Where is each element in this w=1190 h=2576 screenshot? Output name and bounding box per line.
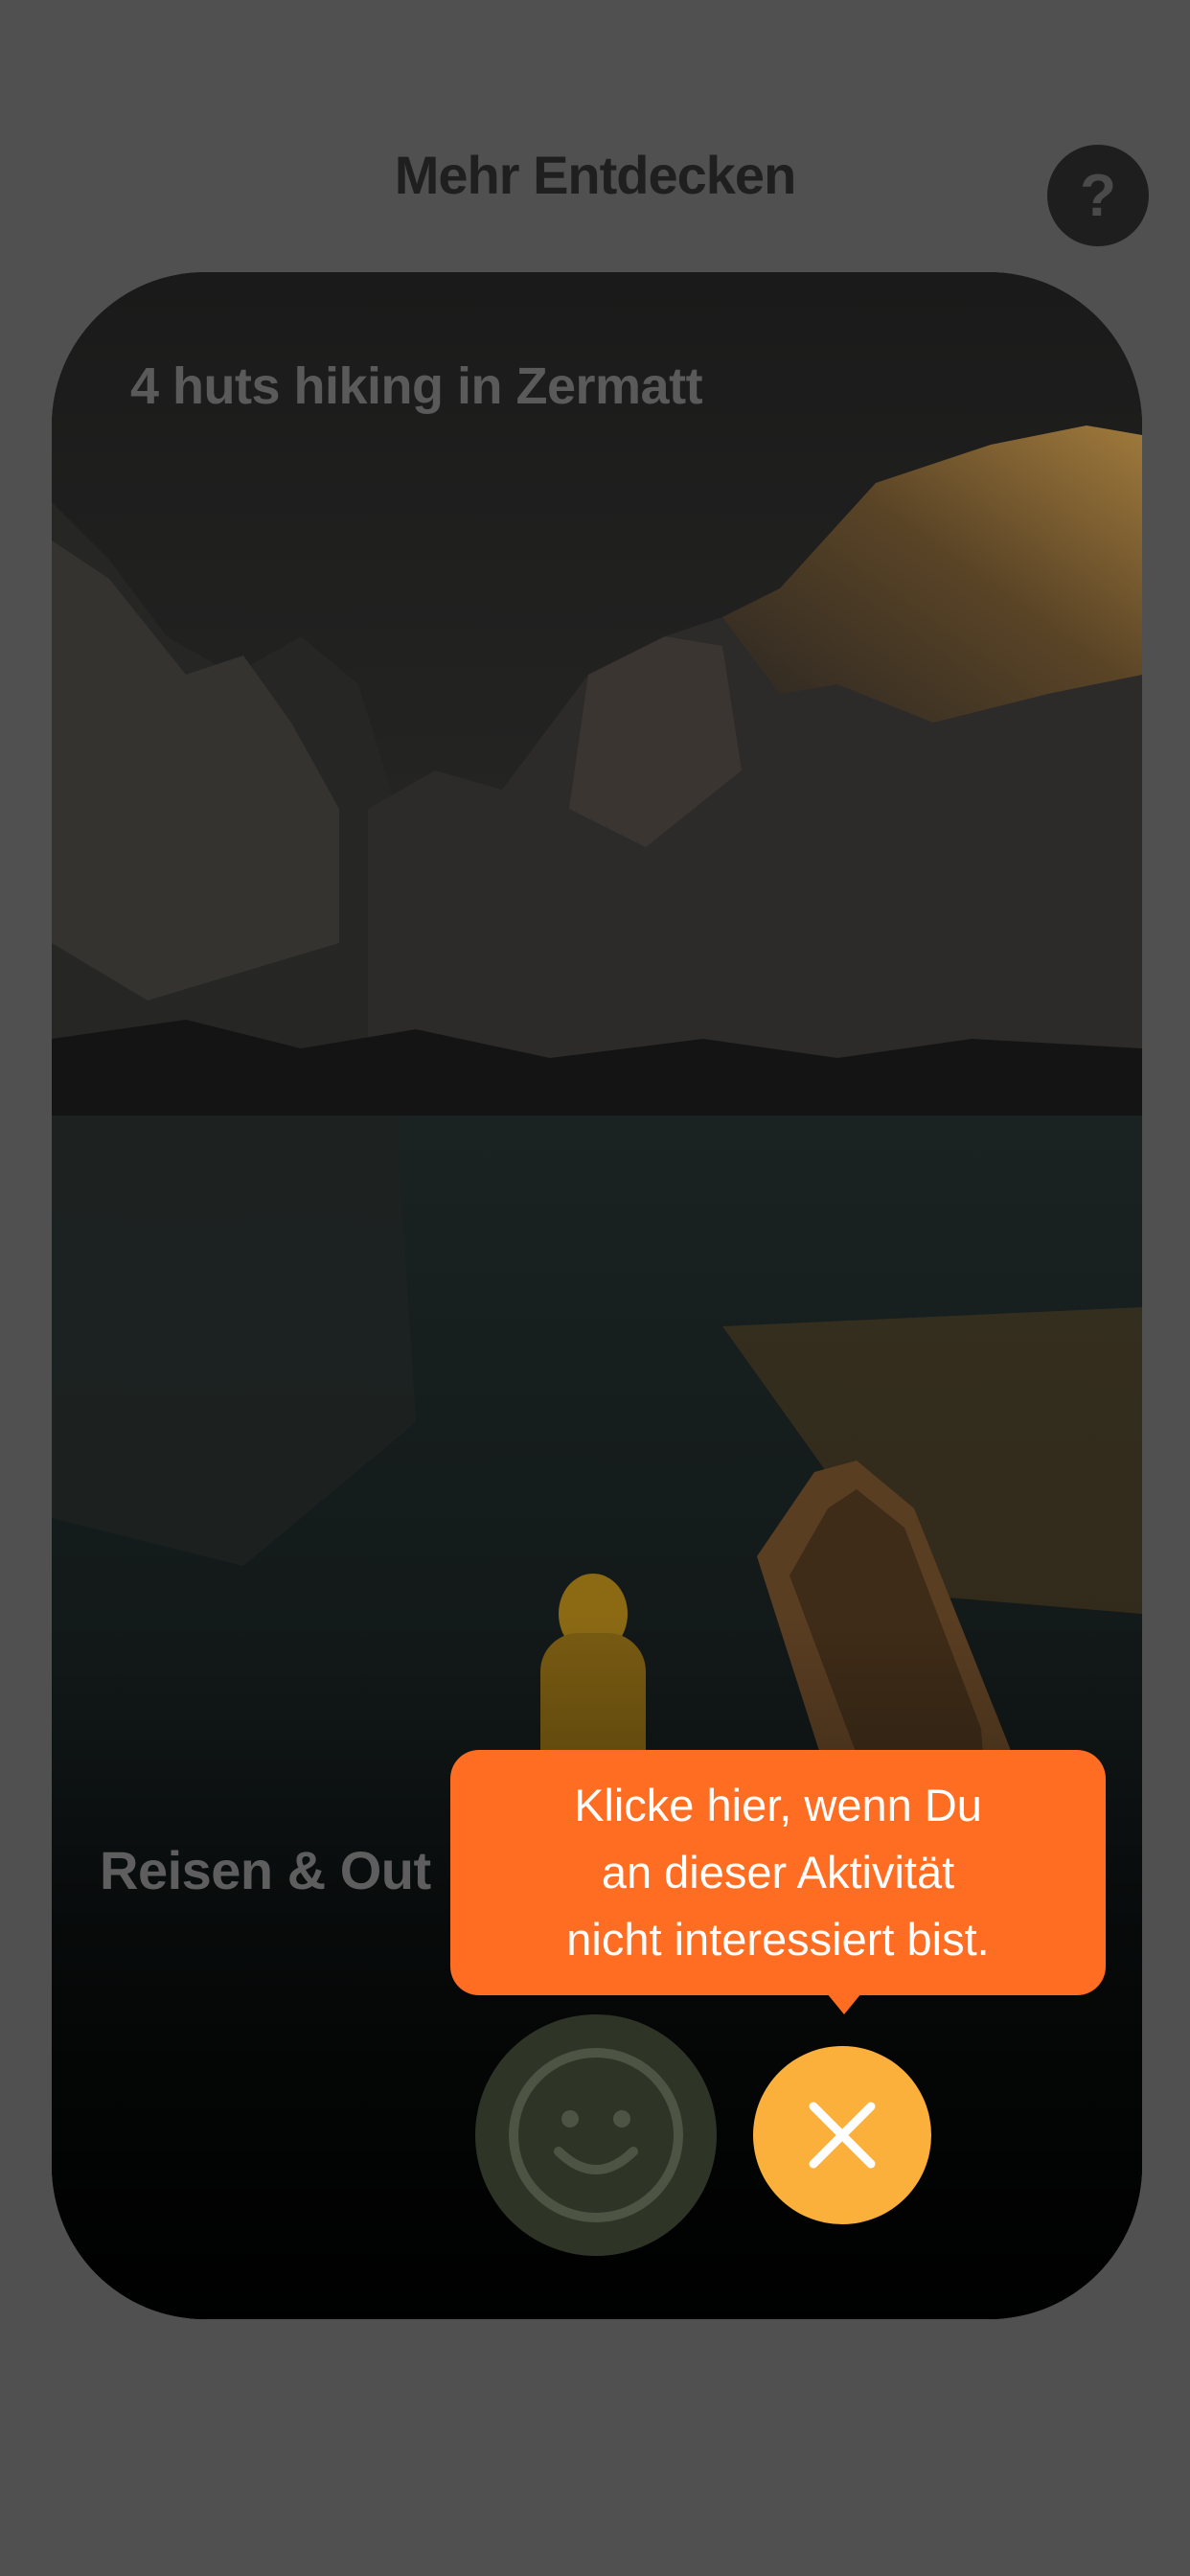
activity-card[interactable]: 4 huts hiking in Zermatt Reisen & Out — [52, 272, 1142, 2319]
help-button[interactable]: ? — [1047, 145, 1149, 246]
smiley-icon — [509, 2048, 683, 2222]
hint-tooltip: Klicke hier, wenn Du an dieser Aktivität… — [450, 1750, 1106, 1995]
like-button[interactable] — [475, 2014, 717, 2256]
close-icon — [809, 2102, 876, 2169]
activity-image — [52, 272, 1142, 2319]
question-mark-icon: ? — [1080, 162, 1116, 229]
dislike-button[interactable] — [753, 2046, 931, 2224]
tooltip-line: an dieser Aktivität — [601, 1847, 955, 1898]
page-title: Mehr Entdecken — [394, 145, 797, 205]
discover-screen: Mehr Entdecken ? 4 huts hiking in Zermat… — [0, 0, 1190, 2576]
activity-category: Reisen & Out — [100, 1840, 431, 1900]
tooltip-line: Klicke hier, wenn Du — [574, 1780, 982, 1830]
tooltip-arrow — [827, 1993, 861, 2014]
tooltip-line: nicht interessiert bist. — [566, 1914, 990, 1965]
activity-title: 4 huts hiking in Zermatt — [130, 357, 703, 415]
